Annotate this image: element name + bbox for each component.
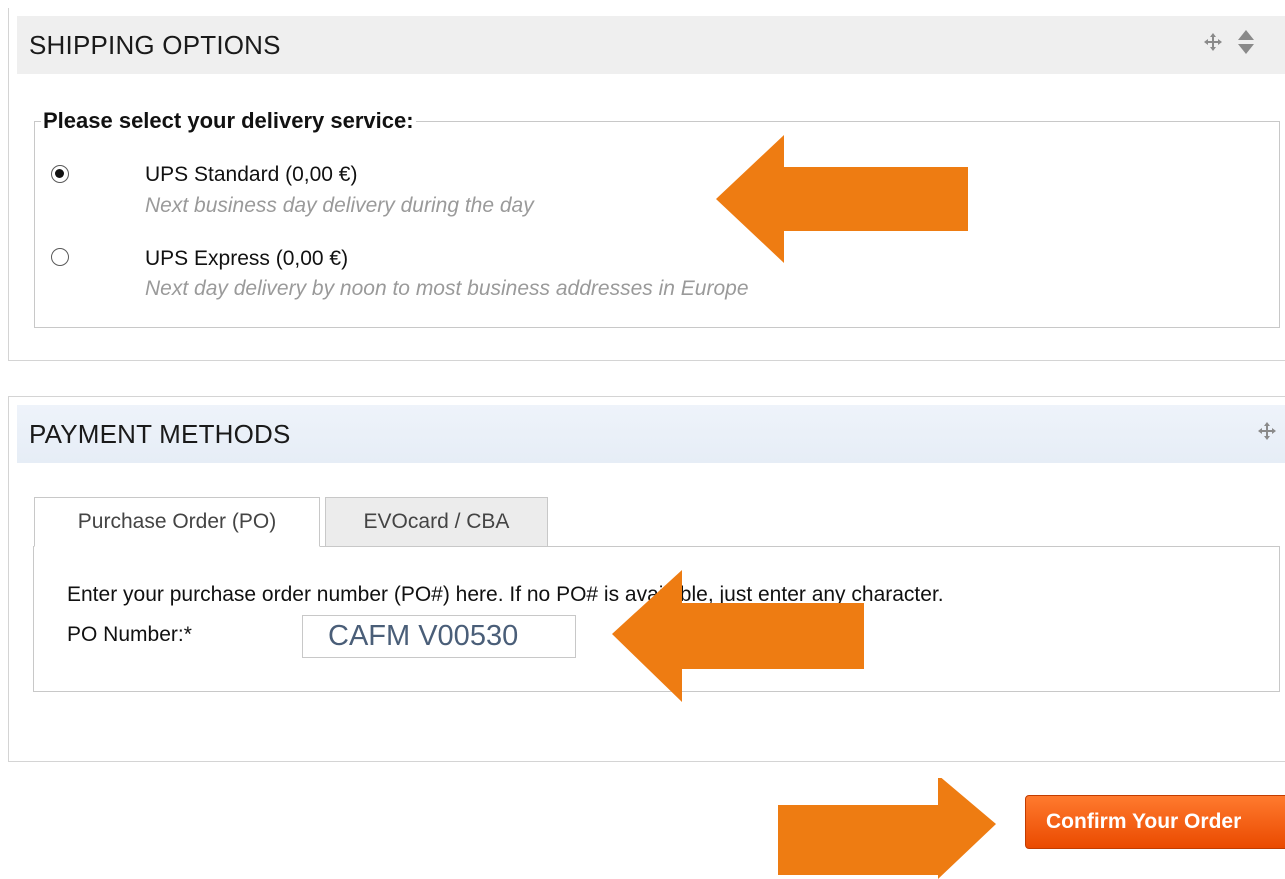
tab-evocard-cba[interactable]: EVOcard / CBA — [325, 497, 548, 547]
po-number-label: PO Number:* — [67, 623, 192, 646]
collapse-icon[interactable] — [1237, 29, 1255, 61]
confirm-order-button[interactable]: Confirm Your Order — [1025, 795, 1285, 849]
payment-methods-title: PAYMENT METHODS — [29, 418, 291, 449]
annotation-arrow-po-number — [612, 570, 864, 702]
po-number-input[interactable] — [302, 615, 576, 658]
shipping-header-icons — [1203, 16, 1255, 74]
payment-header-icons — [1257, 405, 1277, 463]
ups-express-radio[interactable] — [51, 248, 69, 266]
delivery-service-legend: Please select your delivery service: — [43, 108, 414, 133]
ups-express-description: Next day delivery by noon to most busine… — [145, 277, 749, 300]
annotation-arrow-shipping — [716, 135, 968, 263]
move-icon[interactable] — [1203, 32, 1223, 58]
shipping-options-title: SHIPPING OPTIONS — [29, 29, 281, 60]
payment-methods-header: PAYMENT METHODS — [17, 405, 1285, 463]
move-icon[interactable] — [1257, 421, 1277, 447]
ups-express-label: UPS Express (0,00 €) — [145, 247, 349, 270]
ups-standard-label: UPS Standard (0,00 €) — [145, 163, 358, 186]
ups-standard-radio[interactable] — [51, 165, 69, 183]
ups-standard-description: Next business day delivery during the da… — [145, 194, 534, 217]
annotation-arrow-confirm — [778, 778, 996, 879]
tab-purchase-order[interactable]: Purchase Order (PO) — [34, 497, 320, 547]
shipping-options-header: SHIPPING OPTIONS — [17, 16, 1285, 74]
